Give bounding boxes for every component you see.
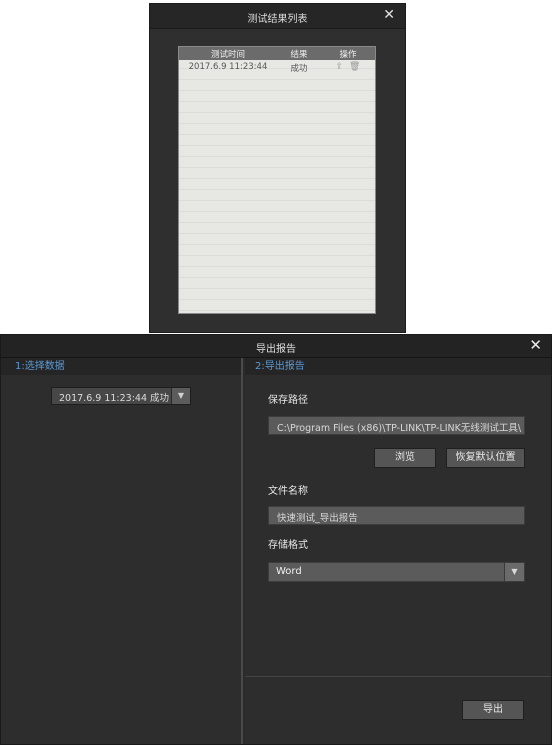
- data-select-value: 2017.6.9 11:23:44 成功: [59, 393, 170, 404]
- file-name-input[interactable]: 快速测试_导出报告: [268, 506, 525, 525]
- footer-divider: [245, 676, 551, 677]
- browse-button[interactable]: 浏览: [374, 448, 436, 468]
- results-titlebar: 测试结果列表 ✕: [150, 4, 405, 29]
- column-header-time[interactable]: 测试时间: [179, 48, 277, 60]
- export-dialog-title: 导出报告: [256, 344, 296, 355]
- export-titlebar: 导出报告 ✕: [1, 335, 551, 358]
- column-header-action: 操作: [339, 50, 357, 60]
- format-select-value: Word: [276, 566, 302, 577]
- data-select-dropdown[interactable]: 2017.6.9 11:23:44 成功 ▼: [51, 387, 191, 405]
- results-dialog: 测试结果列表 ✕ 测试时间 结果 操作 2017.6.9 11:23:44 成功…: [149, 3, 406, 333]
- export-dialog: 导出报告 ✕ 1:选择数据 2017.6.9 11:23:44 成功 ▼ 2:导…: [0, 334, 552, 745]
- results-table: 测试时间 结果 操作 2017.6.9 11:23:44 成功 ⇪ 🗑: [178, 46, 376, 314]
- chevron-down-icon[interactable]: ▼: [171, 388, 190, 404]
- select-data-section-title: 1:选择数据: [1, 358, 241, 375]
- export-report-pane: 2:导出报告 保存路径 C:\Program Files (x86)\TP-LI…: [245, 358, 551, 744]
- close-icon[interactable]: ✕: [529, 336, 542, 354]
- row-time: 2017.6.9 11:23:44: [188, 62, 268, 72]
- row-actions: ⇪ 🗑: [321, 62, 375, 72]
- format-label: 存储格式: [268, 540, 308, 551]
- share-icon[interactable]: ⇪: [336, 62, 344, 72]
- close-icon[interactable]: ✕: [383, 7, 395, 23]
- column-header-result[interactable]: 结果: [277, 48, 321, 60]
- results-dialog-title: 测试结果列表: [247, 14, 308, 25]
- restore-default-button[interactable]: 恢复默认位置: [446, 448, 525, 468]
- table-row[interactable]: 2017.6.9 11:23:44 成功 ⇪ 🗑: [179, 60, 375, 74]
- save-path-input[interactable]: C:\Program Files (x86)\TP-LINK\TP-LINK无线…: [268, 416, 525, 435]
- results-table-header: 测试时间 结果 操作: [179, 47, 375, 60]
- export-button[interactable]: 导出: [462, 700, 524, 720]
- save-path-label: 保存路径: [268, 395, 308, 406]
- select-data-pane: 1:选择数据 2017.6.9 11:23:44 成功 ▼: [1, 358, 243, 744]
- file-name-label: 文件名称: [268, 486, 308, 497]
- export-report-section-title: 2:导出报告: [245, 358, 551, 375]
- format-select-dropdown[interactable]: Word ▼: [268, 562, 525, 582]
- trash-icon[interactable]: 🗑: [349, 62, 360, 72]
- chevron-down-icon[interactable]: ▼: [504, 563, 524, 581]
- row-result: 成功: [290, 64, 308, 74]
